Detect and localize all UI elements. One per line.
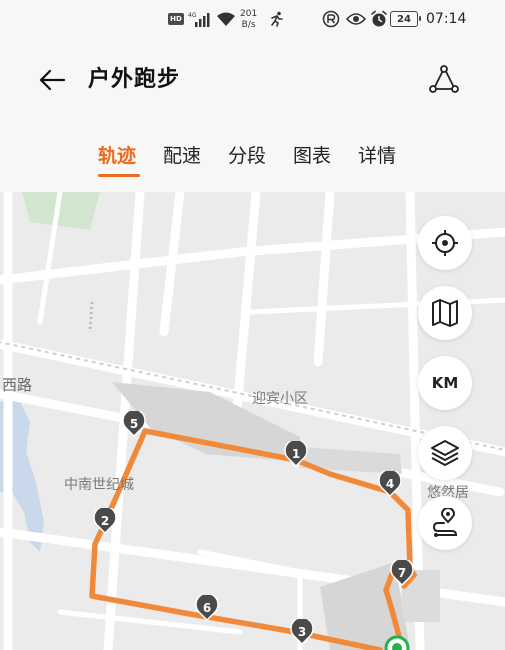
road-label: 西路 [2, 376, 33, 394]
location-route-icon [432, 508, 458, 537]
map-type-button[interactable] [418, 286, 472, 340]
km-marker-label: 4 [385, 477, 395, 491]
tab-charts[interactable]: 图表 [293, 142, 331, 170]
tab-track[interactable]: 轨迹 [98, 142, 136, 170]
km-marker-label: 1 [291, 447, 301, 461]
tab-details[interactable]: 详情 [358, 142, 396, 170]
layers-button[interactable] [418, 426, 472, 480]
km-marker-label: 3 [297, 625, 307, 639]
signal-icon: 4G [188, 0, 212, 38]
hd-badge: HD [168, 13, 184, 25]
route-replay-button[interactable] [418, 496, 472, 550]
km-toggle-button[interactable]: KM [418, 356, 472, 410]
arrow-left-icon [39, 69, 66, 91]
wifi-icon [216, 0, 236, 38]
status-bar: HD 4G 201 B/s 24 07:14 [0, 0, 505, 38]
network-type: 4G [188, 12, 197, 19]
page-title: 户外跑步 [88, 67, 181, 92]
back-button[interactable] [34, 62, 70, 98]
route-map[interactable]: 西路 迎宾小区 中南世纪城 悠然居 1 2 3 4 5 6 7 KM [0, 192, 505, 650]
route-icon [429, 65, 459, 93]
active-tab-indicator [98, 174, 140, 177]
km-marker-label: 6 [202, 601, 212, 615]
battery-indicator: 24 [390, 11, 421, 27]
tab-bar: 轨迹 配速 分段 图表 详情 [0, 132, 505, 180]
poi-label-zhongnan: 中南世纪城 [64, 477, 134, 493]
app-header: 户外跑步 [0, 38, 505, 122]
tab-pace[interactable]: 配速 [163, 142, 201, 170]
poi-label-yingbin: 迎宾小区 [252, 391, 308, 407]
running-icon [268, 0, 284, 38]
km-marker-label: 7 [397, 566, 407, 580]
speed-unit: B/s [241, 20, 256, 30]
layers-icon [431, 440, 459, 466]
tab-segments[interactable]: 分段 [228, 142, 266, 170]
alarm-icon [370, 0, 388, 38]
speed-value: 201 [240, 9, 258, 19]
clock: 07:14 [426, 11, 467, 27]
locate-button[interactable] [418, 216, 472, 270]
km-marker-label: 5 [129, 417, 139, 431]
data-saver-icon [322, 0, 340, 38]
crosshair-icon [432, 230, 458, 256]
network-speed: 201 B/s [240, 6, 257, 34]
map-icon [432, 299, 458, 327]
eye-comfort-icon [346, 0, 366, 38]
km-marker-label: 2 [100, 514, 110, 528]
route-share-button[interactable] [426, 62, 462, 98]
